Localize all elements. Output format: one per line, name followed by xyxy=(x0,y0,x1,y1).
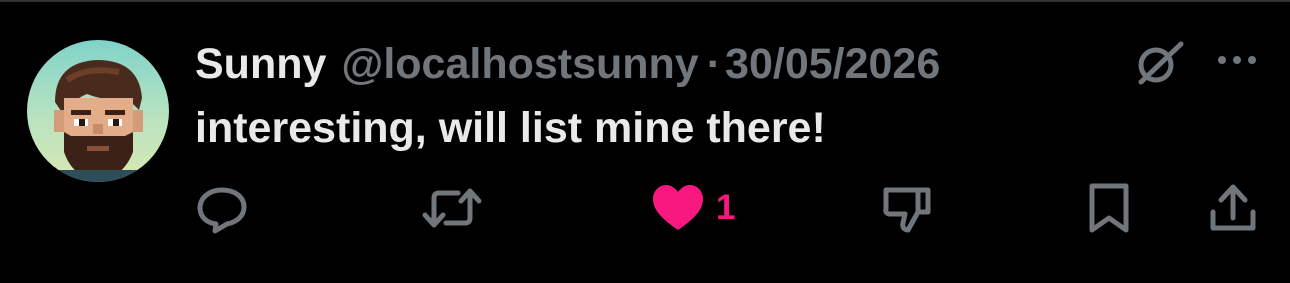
post-text: interesting, will list mine there! xyxy=(195,104,826,152)
bookmark-button[interactable] xyxy=(1086,182,1132,234)
avatar[interactable] xyxy=(27,40,169,182)
post-header: Sunny @localhostsunny · 30/05/2026 xyxy=(195,36,940,92)
more-icon[interactable] xyxy=(1216,50,1258,70)
top-divider xyxy=(0,0,1290,2)
bookmark-icon xyxy=(1089,183,1129,233)
post-date[interactable]: 30/05/2026 xyxy=(725,40,940,89)
dislike-button[interactable] xyxy=(880,182,934,234)
grok-icon[interactable] xyxy=(1131,40,1185,86)
share-icon xyxy=(1210,184,1256,231)
repost-button[interactable] xyxy=(420,182,484,234)
author-name[interactable]: Sunny xyxy=(195,40,326,89)
share-button[interactable] xyxy=(1208,182,1258,234)
like-button[interactable]: 1 xyxy=(650,182,735,234)
author-handle[interactable]: @localhostsunny xyxy=(341,40,698,89)
thumbs-down-icon xyxy=(883,187,931,233)
like-count: 1 xyxy=(716,188,736,227)
reply-button[interactable] xyxy=(195,182,249,234)
reply-icon xyxy=(197,187,247,234)
pixel-portrait-image xyxy=(54,60,143,182)
repost-icon xyxy=(422,188,482,228)
separator-dot: · xyxy=(706,39,722,88)
heart-icon xyxy=(653,185,703,230)
